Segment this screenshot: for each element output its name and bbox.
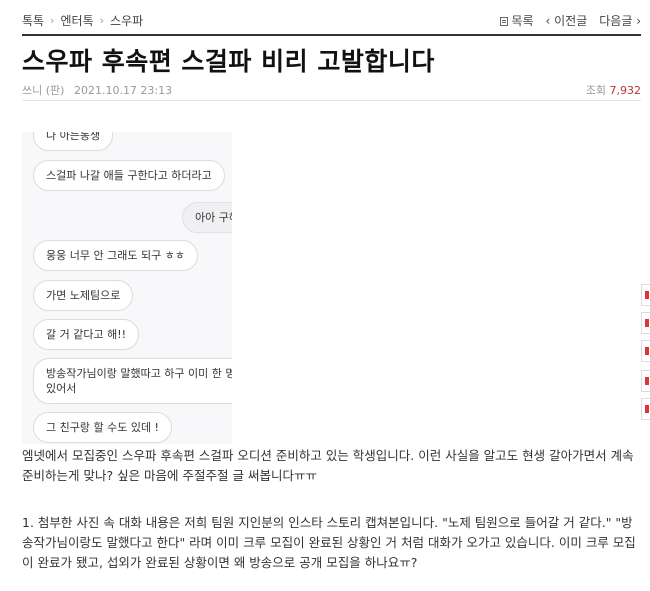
views-count: 7,932 [609,84,642,97]
post-paragraph: 엠넷에서 모집중인 스우파 후속편 스걸파 오디션 준비하고 있는 학생입니다.… [22,448,634,483]
breadcrumb-separator-icon: › [99,13,105,27]
post-date: 2021.10.17 23:13 [73,84,173,97]
share-icon [645,319,649,327]
side-share-button[interactable] [641,370,650,392]
share-icon [645,291,649,299]
top-bar: 톡톡 › 엔터톡 › 스우파 목록 ‹ 이전글 다음글 › [22,8,641,32]
post-meta: 쓰니 (판) 2021.10.17 23:13 조회 7,932 [22,82,641,98]
side-share-button[interactable] [641,312,650,334]
share-icon [645,377,649,385]
post-nav: 목록 ‹ 이전글 다음글 › [500,12,641,29]
header-divider [22,34,641,36]
chat-bubble: 방송작가님이랑 말했따고 하구 이미 한 명이 있어서 [33,358,232,404]
side-share-button[interactable] [641,284,650,306]
chat-bubble: 웅웅 너무 안 그래도 되구 ㅎㅎ [33,240,198,271]
breadcrumb-item-entertok[interactable]: 엔터톡 [61,12,94,29]
side-share-button[interactable] [641,340,650,362]
chat-bubble: 스걸파 나갈 애들 구한다고 하더라고 [33,160,225,191]
next-post-button[interactable]: 다음글 › [599,12,641,29]
chat-bubble: 나 아는동생 [33,132,114,151]
prev-label: 이전글 [554,13,588,28]
post-author[interactable]: 쓰니 (판) [22,84,64,97]
post-paragraph: 1. 첨부한 사진 속 대화 내용은 저희 팀원 지인분의 인스타 스토리 캡쳐… [22,515,636,570]
chevron-left-icon: ‹ [545,13,555,28]
chat-bubble: 갈 거 같다고 해!! [33,319,140,350]
list-button[interactable]: 목록 [500,12,534,29]
next-label: 다음글 [599,13,633,28]
list-label: 목록 [511,13,534,28]
share-icon [645,347,649,355]
breadcrumb-item-swf[interactable]: 스우파 [110,12,143,29]
breadcrumb-separator-icon: › [50,13,55,27]
post-title: 스우파 후속편 스걸파 비리 고발합니다 [22,47,435,76]
views-label: 조회 [585,84,606,97]
side-share-button[interactable] [641,398,650,420]
chat-screenshot-image[interactable]: 나 아는동생 스걸파 나갈 애들 구한다고 하더라고 아아 구해 웅웅 너무 안… [22,132,232,444]
prev-post-button[interactable]: ‹ 이전글 [546,12,588,29]
chevron-right-icon: › [632,13,641,28]
breadcrumb: 톡톡 › 엔터톡 › 스우파 [22,12,143,29]
chat-bubble: 그 친구랑 할 수도 있데 ! [33,412,172,443]
share-icon [645,405,649,413]
breadcrumb-item-toktok[interactable]: 톡톡 [22,12,44,29]
chat-bubble-reply: 아아 구해 [182,202,232,233]
list-icon [500,16,509,26]
chat-bubble: 가면 노제팀으로 [33,280,134,311]
meta-divider [22,100,641,101]
